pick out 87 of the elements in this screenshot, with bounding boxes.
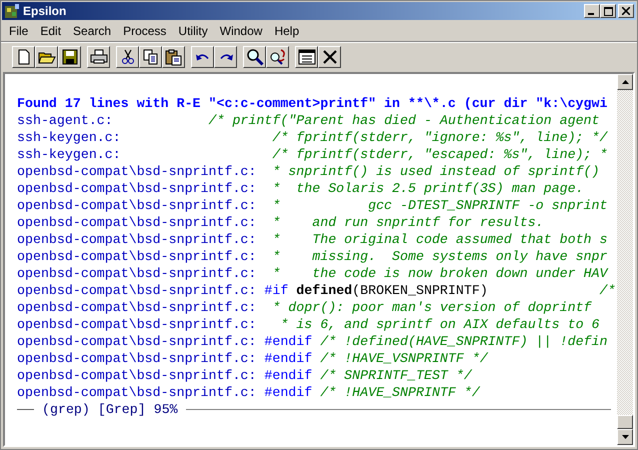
code-comment: * the Solaris 2.5 printf(3S) man page. bbox=[271, 181, 584, 196]
minimize-button[interactable] bbox=[584, 4, 600, 18]
menu-item[interactable]: Search bbox=[67, 24, 118, 38]
code-comment: * snprintf() is used instead of sprintf() bbox=[271, 164, 600, 179]
printer-icon bbox=[90, 49, 108, 65]
close-button[interactable] bbox=[618, 4, 634, 18]
save-disk-button[interactable] bbox=[58, 46, 81, 68]
printer-button[interactable] bbox=[87, 46, 110, 68]
file-name: openbsd-compat\bsd-snprintf.c: bbox=[17, 368, 256, 383]
menu-item[interactable]: File bbox=[3, 24, 34, 38]
code-comment: /* !defined(HAVE_SNPRINTF) || !defin bbox=[319, 334, 608, 349]
vertical-scrollbar[interactable] bbox=[617, 74, 633, 445]
file-name: openbsd-compat\bsd-snprintf.c: bbox=[17, 232, 256, 247]
code-comment: * the code is now broken down under HAV bbox=[271, 266, 608, 281]
code-comment: /* fprintf(stderr, "ignore: %s", line); */ bbox=[271, 130, 608, 145]
close-icon bbox=[322, 49, 338, 65]
preprocessor-keyword: #if bbox=[263, 283, 290, 298]
file-name: openbsd-compat\bsd-snprintf.c: bbox=[17, 164, 256, 179]
app-icon bbox=[4, 3, 20, 19]
file-name: openbsd-compat\bsd-snprintf.c: bbox=[17, 385, 256, 400]
code-comment: /* !HAVE_VSNPRINTF */ bbox=[319, 351, 488, 366]
code-keyword: defined bbox=[296, 283, 352, 298]
menu-item[interactable]: Window bbox=[214, 24, 268, 38]
menu-item[interactable]: Help bbox=[268, 24, 306, 38]
code-comment: * missing. Some systems only have snpr bbox=[271, 249, 608, 264]
undo-arrow-icon bbox=[194, 53, 210, 61]
code-comment: /* SNPRINTF_TEST */ bbox=[319, 368, 472, 383]
scissors-icon bbox=[120, 49, 136, 65]
search-icon bbox=[246, 48, 264, 66]
maximize-icon bbox=[604, 6, 612, 16]
close-buffer-button[interactable] bbox=[318, 46, 341, 68]
code-comment: /* bbox=[598, 283, 616, 298]
undo-button[interactable] bbox=[191, 46, 214, 68]
blank-page-icon bbox=[16, 49, 32, 65]
close-icon bbox=[622, 7, 630, 15]
code-text: (BROKEN_SNPRINTF) bbox=[352, 283, 488, 298]
preprocessor-keyword: #endif bbox=[263, 368, 312, 383]
file-name: ssh-keygen.c: bbox=[17, 147, 121, 162]
new-file-button[interactable] bbox=[12, 46, 35, 68]
scroll-down-button[interactable] bbox=[617, 429, 633, 445]
file-name: openbsd-compat\bsd-snprintf.c: bbox=[17, 334, 256, 349]
cut-button[interactable] bbox=[116, 46, 139, 68]
file-name: ssh-agent.c: bbox=[17, 113, 113, 128]
file-name: openbsd-compat\bsd-snprintf.c: bbox=[17, 317, 256, 332]
preprocessor-keyword: #endif bbox=[263, 334, 312, 349]
menu-item[interactable]: Process bbox=[117, 24, 172, 38]
code-comment: /* !HAVE_SNPRINTF */ bbox=[319, 385, 480, 400]
up-triangle-icon bbox=[622, 80, 628, 84]
replace-button[interactable] bbox=[266, 46, 289, 68]
scroll-thumb[interactable] bbox=[617, 415, 633, 429]
mode-line-text: (grep) [Grep] 95% bbox=[42, 402, 178, 417]
file-name: openbsd-compat\bsd-snprintf.c: bbox=[17, 181, 256, 196]
paste-button[interactable] bbox=[162, 46, 185, 68]
clipboard-icon bbox=[164, 48, 182, 66]
search-button[interactable] bbox=[243, 46, 266, 68]
copy-pages-icon bbox=[142, 49, 158, 65]
file-name: openbsd-compat\bsd-snprintf.c: bbox=[17, 249, 256, 264]
file-name: openbsd-compat\bsd-snprintf.c: bbox=[17, 351, 256, 366]
maximize-button[interactable] bbox=[600, 4, 616, 18]
code-comment: /* fprintf(stderr, "escaped: %s", line); * bbox=[271, 147, 608, 162]
code-comment: * The original code assumed that both s bbox=[271, 232, 608, 247]
code-comment: * dopr(): poor man's version of doprintf bbox=[271, 300, 592, 315]
preprocessor-keyword: #endif bbox=[263, 385, 312, 400]
preprocessor-keyword: #endif bbox=[263, 351, 312, 366]
open-folder-button[interactable] bbox=[35, 46, 58, 68]
scroll-up-button[interactable] bbox=[617, 74, 633, 90]
code-comment: /* printf("Parent has died - Authentication agent bbox=[208, 113, 600, 128]
replace-icon bbox=[268, 48, 286, 66]
code-comment: * and run snprintf for results. bbox=[271, 215, 544, 230]
file-name: openbsd-compat\bsd-snprintf.c: bbox=[17, 198, 256, 213]
code-comment: * is 6, and sprintf on AIX defaults to 6 bbox=[279, 317, 600, 332]
down-triangle-icon bbox=[622, 435, 628, 439]
window-list-icon bbox=[298, 49, 316, 65]
file-name: openbsd-compat\bsd-snprintf.c: bbox=[17, 215, 256, 230]
menu-item[interactable]: Edit bbox=[34, 24, 68, 38]
file-name: openbsd-compat\bsd-snprintf.c: bbox=[17, 266, 256, 281]
menu-item[interactable]: Utility bbox=[172, 24, 214, 38]
search-summary: Found 17 lines with R-E "<c:c-comment>printf" in **\*.c (cur dir "k:\cygwi bbox=[17, 96, 608, 111]
redo-button[interactable] bbox=[214, 46, 237, 68]
window-list-button[interactable] bbox=[295, 46, 318, 68]
redo-arrow-icon bbox=[218, 53, 234, 61]
copy-button[interactable] bbox=[139, 46, 162, 68]
file-name: openbsd-compat\bsd-snprintf.c: bbox=[17, 283, 256, 298]
file-name: openbsd-compat\bsd-snprintf.c: bbox=[17, 300, 256, 315]
file-name: ssh-keygen.c: bbox=[17, 130, 121, 145]
window-title: Epsilon bbox=[23, 4, 68, 18]
code-comment: * gcc -DTEST_SNPRINTF -o snprint bbox=[271, 198, 608, 213]
